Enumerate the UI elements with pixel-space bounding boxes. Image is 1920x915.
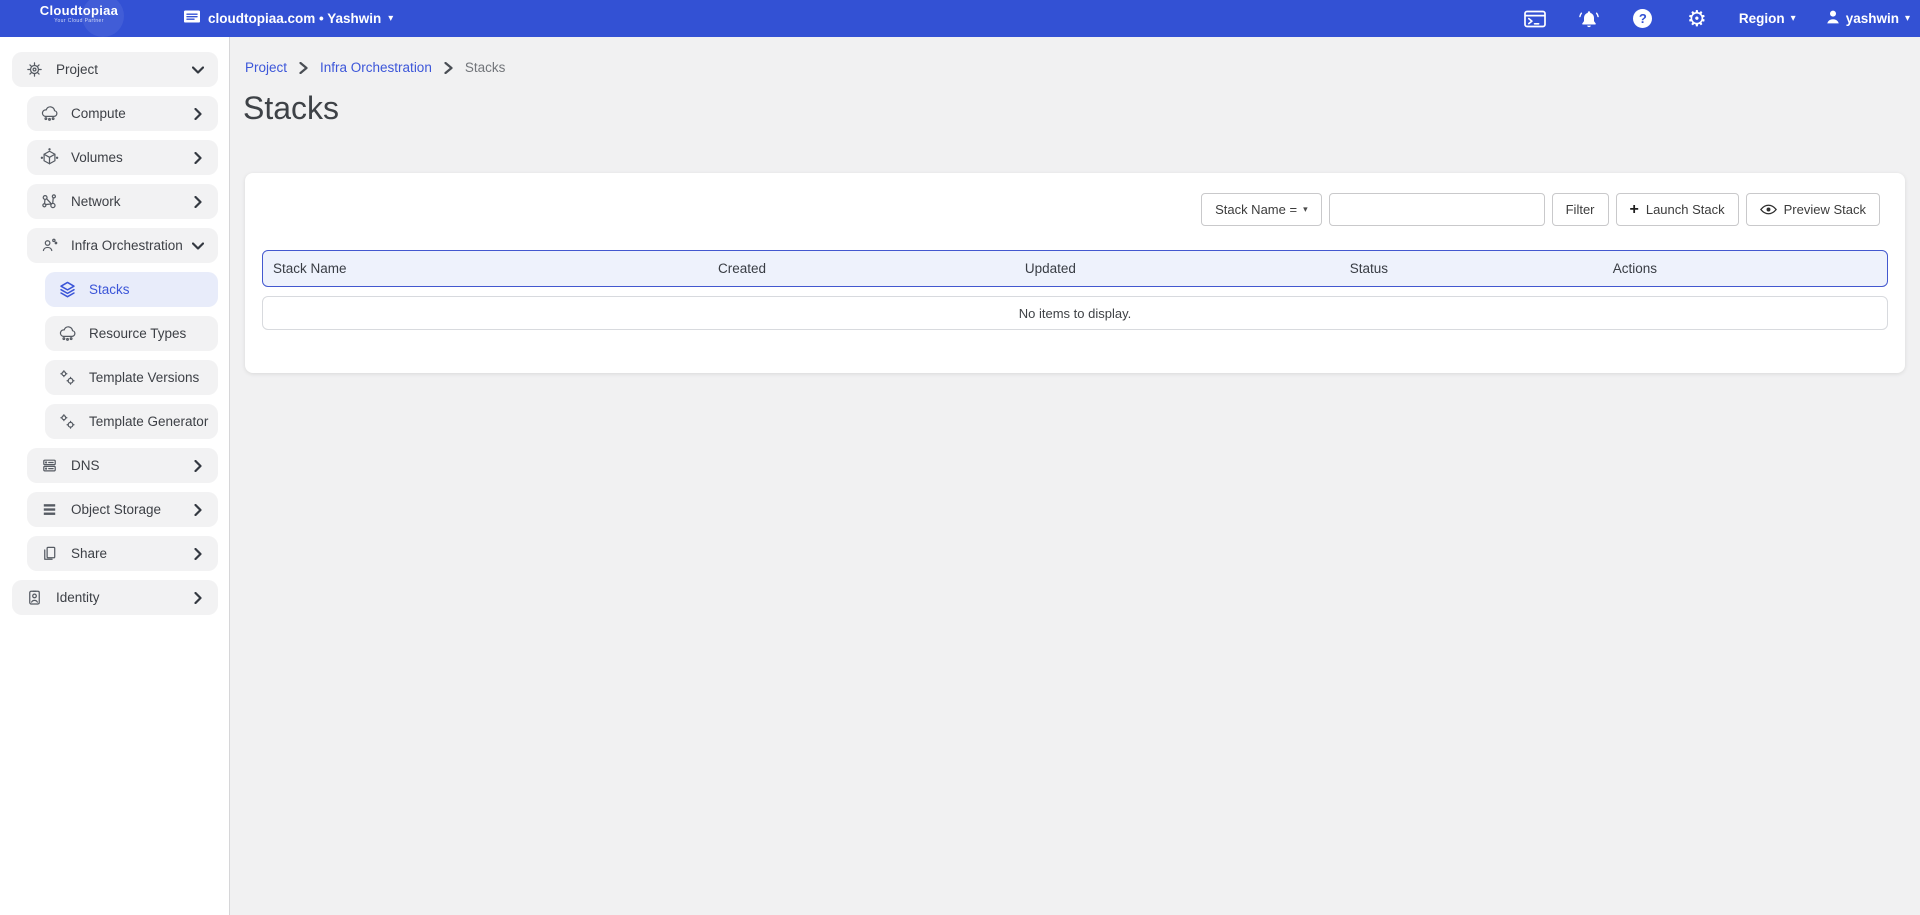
chevron-down-icon: ▾ (388, 14, 393, 24)
chevron-down-icon: ▾ (1303, 204, 1308, 215)
sidebar-item-label: Volumes (71, 150, 192, 165)
volumes-icon (39, 148, 59, 168)
filter-input[interactable] (1329, 193, 1545, 226)
sidebar-item-label: DNS (71, 458, 192, 473)
stacks-table-card: Stack Name = ▾ Filter + Launch Stack (245, 173, 1905, 373)
template-generator-icon (57, 412, 77, 432)
region-dropdown[interactable]: Region ▾ (1739, 11, 1796, 26)
sidebar-item-compute[interactable]: Compute (27, 96, 218, 131)
chevron-down-icon: ▾ (1791, 14, 1796, 24)
filter-field-dropdown[interactable]: Stack Name = ▾ (1201, 193, 1322, 226)
chevron-right-icon (444, 62, 453, 74)
chevron-right-icon (192, 196, 204, 208)
empty-message: No items to display. (1019, 306, 1131, 321)
breadcrumb-project[interactable]: Project (245, 60, 287, 75)
region-label: Region (1739, 11, 1785, 26)
terminal-icon[interactable] (1523, 7, 1547, 31)
sidebar-item-project[interactable]: Project (12, 52, 218, 87)
breadcrumb: Project Infra Orchestration Stacks (245, 60, 505, 75)
window-list-icon (183, 9, 201, 29)
launch-stack-button[interactable]: + Launch Stack (1616, 193, 1739, 226)
column-header-stack-name: Stack Name (263, 261, 708, 276)
sidebar-item-infra-orchestration[interactable]: Infra Orchestration (27, 228, 218, 263)
logo-tagline: Your Cloud Partner (24, 18, 134, 24)
object-storage-icon (39, 500, 59, 520)
chevron-down-icon (192, 240, 204, 252)
column-header-status: Status (1340, 261, 1603, 276)
sidebar-item-dns[interactable]: DNS (27, 448, 218, 483)
sidebar-item-resource-types[interactable]: Resource Types (45, 316, 218, 351)
sidebar-item-label: Resource Types (89, 326, 204, 341)
sidebar-item-label: Object Storage (71, 502, 192, 517)
sidebar-nav: Project Compute (0, 37, 230, 915)
chevron-down-icon: ▾ (1905, 14, 1910, 24)
sidebar-item-label: Identity (56, 590, 192, 605)
sidebar-item-label: Compute (71, 106, 192, 121)
help-icon[interactable]: ? (1631, 7, 1655, 31)
topbar-actions: ? ⚙ Region ▾ yashwin ▾ (1523, 0, 1910, 37)
chevron-right-icon (192, 152, 204, 164)
sidebar-item-template-generator[interactable]: Template Generator (45, 404, 218, 439)
project-icon (24, 60, 44, 80)
table-empty-row: No items to display. (262, 296, 1888, 330)
user-menu-dropdown[interactable]: yashwin ▾ (1826, 9, 1910, 29)
chevron-right-icon (192, 504, 204, 516)
column-header-updated: Updated (1015, 261, 1340, 276)
chevron-right-icon (192, 592, 204, 604)
page-title: Stacks (243, 90, 339, 127)
sidebar-item-label: Infra Orchestration (71, 238, 192, 253)
table-header-row: Stack Name Created Updated Status Action… (262, 250, 1888, 287)
infra-orchestration-icon (39, 236, 59, 256)
bell-icon[interactable] (1577, 7, 1601, 31)
sidebar-item-template-versions[interactable]: Template Versions (45, 360, 218, 395)
sidebar-item-object-storage[interactable]: Object Storage (27, 492, 218, 527)
sidebar-item-label: Network (71, 194, 192, 209)
sidebar-item-identity[interactable]: Identity (12, 580, 218, 615)
sidebar-item-share[interactable]: Share (27, 536, 218, 571)
chevron-right-icon (192, 460, 204, 472)
project-context-dropdown[interactable]: cloudtopiaa.com • Yashwin ▾ (183, 0, 393, 37)
filter-field-label: Stack Name = (1215, 202, 1297, 217)
sidebar-item-network[interactable]: Network (27, 184, 218, 219)
preview-stack-button[interactable]: Preview Stack (1746, 193, 1880, 226)
eye-icon (1760, 204, 1777, 215)
sidebar-item-stacks[interactable]: Stacks (45, 272, 218, 307)
resource-types-icon (57, 324, 77, 344)
compute-icon (39, 104, 59, 124)
chevron-right-icon (192, 108, 204, 120)
sidebar-item-label: Stacks (89, 282, 204, 297)
column-header-created: Created (708, 261, 1015, 276)
logo-link[interactable]: Cloudtopiaa Your Cloud Partner (24, 3, 134, 24)
filter-button[interactable]: Filter (1552, 193, 1609, 226)
dns-icon (39, 456, 59, 476)
chevron-down-icon (192, 64, 204, 76)
gear-icon[interactable]: ⚙ (1685, 7, 1709, 31)
network-icon (39, 192, 59, 212)
sidebar-item-label: Project (56, 62, 192, 77)
sidebar-item-label: Template Versions (89, 370, 204, 385)
chevron-right-icon (299, 62, 308, 74)
top-navigation-bar: Cloudtopiaa Your Cloud Partner cloudtopi… (0, 0, 1920, 37)
breadcrumb-infra-orchestration[interactable]: Infra Orchestration (320, 60, 432, 75)
chevron-right-icon (192, 548, 204, 560)
template-versions-icon (57, 368, 77, 388)
share-icon (39, 544, 59, 564)
column-header-actions: Actions (1603, 261, 1887, 276)
username-label: yashwin (1846, 11, 1899, 26)
identity-icon (24, 588, 44, 608)
logo-wordmark: Cloudtopiaa (24, 3, 134, 18)
table-toolbar: Stack Name = ▾ Filter + Launch Stack (1201, 193, 1880, 226)
user-icon (1826, 9, 1840, 29)
stacks-layers-icon (57, 280, 77, 300)
context-label: cloudtopiaa.com • Yashwin (208, 11, 381, 26)
plus-icon: + (1630, 202, 1639, 218)
main-content: Project Infra Orchestration Stacks Stack… (231, 37, 1920, 915)
sidebar-item-label: Share (71, 546, 192, 561)
app-window: Cloudtopiaa Your Cloud Partner cloudtopi… (0, 0, 1920, 915)
breadcrumb-stacks: Stacks (465, 60, 506, 75)
sidebar-item-volumes[interactable]: Volumes (27, 140, 218, 175)
sidebar-item-label: Template Generator (89, 414, 208, 429)
